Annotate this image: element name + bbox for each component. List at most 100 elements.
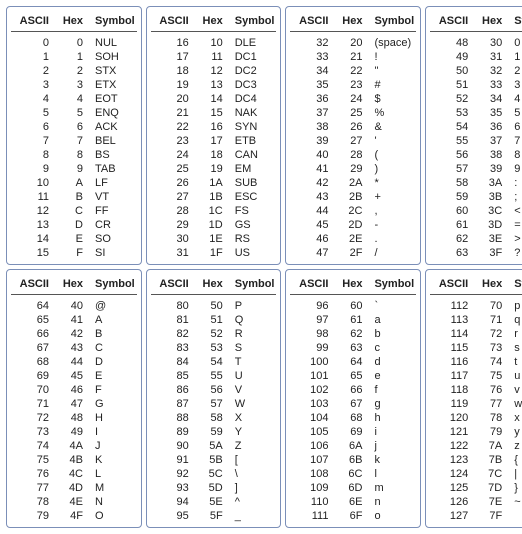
header-ascii: ASCII	[153, 15, 193, 27]
table-row: 49311	[430, 50, 522, 64]
cell-ascii: 101	[292, 369, 332, 383]
table-row: 11472r	[430, 327, 522, 341]
cell-ascii: 64	[13, 299, 53, 313]
cell-symbol: `	[366, 299, 414, 313]
cell-hex: 2F	[332, 246, 366, 260]
cell-ascii: 55	[432, 134, 472, 148]
table-row: 1227Az	[430, 439, 522, 453]
cell-symbol: CAN	[227, 148, 275, 162]
table-row: 8959Y	[151, 425, 277, 439]
cell-hex: F	[53, 246, 87, 260]
cell-symbol: 7	[506, 134, 522, 148]
table-row: 472F/	[290, 246, 416, 260]
cell-ascii: 23	[153, 134, 193, 148]
cell-symbol: BS	[87, 148, 135, 162]
cell-ascii: 102	[292, 383, 332, 397]
table-row: 1711DC1	[151, 50, 277, 64]
table-row: 8656V	[151, 383, 277, 397]
table-row: 52344	[430, 92, 522, 106]
cell-hex: 31	[472, 50, 506, 64]
table-row: 8252R	[151, 327, 277, 341]
table-row: 422A*	[290, 176, 416, 190]
cell-symbol: t	[506, 355, 522, 369]
cell-hex: 4F	[53, 509, 87, 523]
table-row: 14ESO	[11, 232, 137, 246]
cell-symbol: A	[87, 313, 135, 327]
table-row: 11573s	[430, 341, 522, 355]
table-row: 6743C	[11, 341, 137, 355]
cell-symbol: f	[366, 383, 414, 397]
table-row: 462E.	[290, 232, 416, 246]
cell-symbol: {	[506, 453, 522, 467]
cell-ascii: 4	[13, 92, 53, 106]
cell-ascii: 126	[432, 495, 472, 509]
table-row: 13DCR	[11, 218, 137, 232]
cell-ascii: 86	[153, 383, 193, 397]
column-header: ASCIIHexSymbol	[11, 276, 137, 295]
cell-symbol: ?	[506, 246, 522, 260]
cell-ascii: 58	[432, 176, 472, 190]
header-symbol: Symbol	[87, 15, 135, 27]
cell-hex: 5C	[193, 467, 227, 481]
cell-symbol: o	[366, 509, 414, 523]
cell-hex: E	[53, 232, 87, 246]
cell-hex: 40	[53, 299, 87, 313]
cell-hex: 1B	[193, 190, 227, 204]
cell-ascii: 125	[432, 481, 472, 495]
table-row: 7046F	[11, 383, 137, 397]
header-ascii: ASCII	[292, 278, 332, 290]
cell-hex: 4C	[53, 467, 87, 481]
table-row: 905AZ	[151, 439, 277, 453]
cell-hex: 55	[193, 369, 227, 383]
cell-symbol: Y	[227, 425, 275, 439]
cell-symbol: @	[87, 299, 135, 313]
table-row: 8757W	[151, 397, 277, 411]
table-row: 11977w	[430, 397, 522, 411]
cell-hex: 5B	[193, 453, 227, 467]
cell-ascii: 92	[153, 467, 193, 481]
cell-ascii: 46	[292, 232, 332, 246]
cell-symbol: 6	[506, 120, 522, 134]
column-header: ASCIIHexSymbol	[151, 276, 277, 295]
cell-hex: 37	[472, 134, 506, 148]
header-ascii: ASCII	[432, 15, 472, 27]
cell-ascii: 91	[153, 453, 193, 467]
cell-ascii: 68	[13, 355, 53, 369]
cell-ascii: 113	[432, 313, 472, 327]
cell-ascii: 32	[292, 36, 332, 50]
table-row: 10468h	[290, 411, 416, 425]
cell-symbol: DC3	[227, 78, 275, 92]
cell-ascii: 69	[13, 369, 53, 383]
cell-symbol: %	[366, 106, 414, 120]
cell-hex: 7D	[472, 481, 506, 495]
cell-hex: 56	[193, 383, 227, 397]
table-row: 271BESC	[151, 190, 277, 204]
cell-ascii: 21	[153, 106, 193, 120]
table-row: 2216SYN	[151, 120, 277, 134]
cell-hex: D	[53, 218, 87, 232]
cell-hex: 77	[472, 397, 506, 411]
header-symbol: Symbol	[366, 15, 414, 27]
ascii-panel: ASCIIHexSymbol00NUL11SOH22STX33ETX44EOT5…	[6, 6, 142, 265]
cell-ascii: 34	[292, 64, 332, 78]
cell-ascii: 52	[432, 92, 472, 106]
cell-ascii: 36	[292, 92, 332, 106]
cell-symbol: +	[366, 190, 414, 204]
cell-symbol: y	[506, 425, 522, 439]
header-ascii: ASCII	[13, 278, 53, 290]
cell-ascii: 1	[13, 50, 53, 64]
cell-ascii: 116	[432, 355, 472, 369]
table-row: 00NUL	[11, 36, 137, 50]
cell-ascii: 93	[153, 481, 193, 495]
table-row: 4129)	[290, 162, 416, 176]
rows-container: 3220(space)3321!3422"3523#3624$3725%3826…	[290, 36, 416, 260]
cell-symbol: &	[366, 120, 414, 134]
table-row: 311FUS	[151, 246, 277, 260]
cell-symbol: DC4	[227, 92, 275, 106]
cell-ascii: 29	[153, 218, 193, 232]
cell-hex: 41	[53, 313, 87, 327]
column-header: ASCIIHexSymbol	[430, 276, 522, 295]
table-row: 11876v	[430, 383, 522, 397]
cell-symbol: SI	[87, 246, 135, 260]
ascii-table-grid: ASCIIHexSymbol00NUL11SOH22STX33ETX44EOT5…	[6, 6, 516, 528]
